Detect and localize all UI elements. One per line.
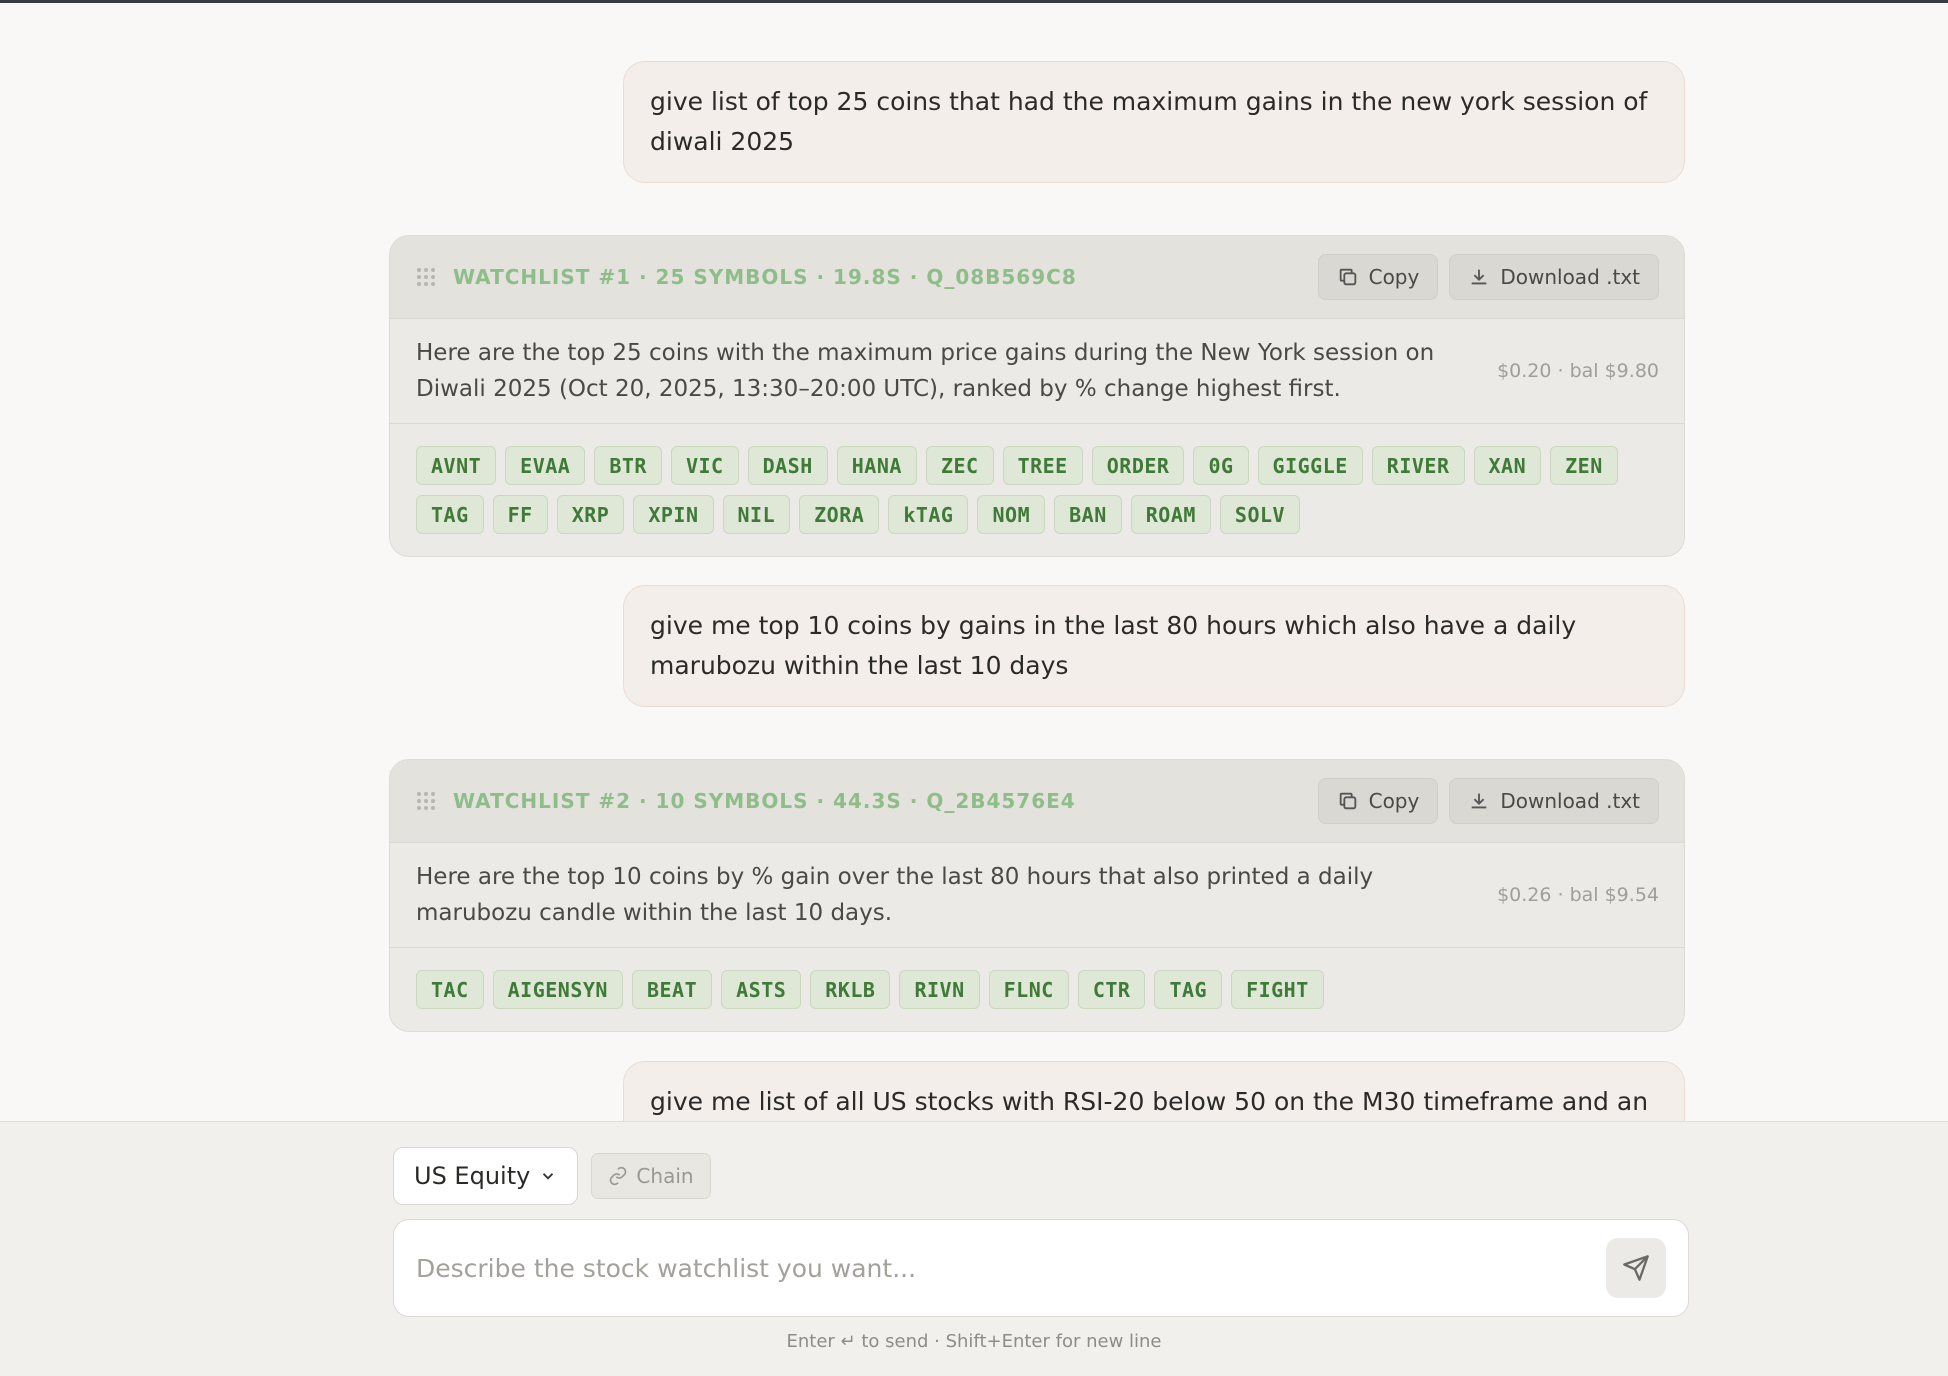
- copy-button[interactable]: Copy: [1317, 778, 1439, 824]
- watchlist-header: WATCHLIST #1 · 25 SYMBOLS · 19.8S · Q_08…: [390, 236, 1684, 319]
- watchlist-cost: $0.26 · bal $9.54: [1497, 884, 1659, 906]
- watchlist-header: WATCHLIST #2 · 10 SYMBOLS · 44.3S · Q_2B…: [390, 760, 1684, 843]
- composer: US Equity Chain Enter ↵ to send · Shift+…: [0, 1121, 1948, 1376]
- user-message: give me top 10 coins by gains in the las…: [623, 585, 1685, 707]
- send-icon: [1623, 1255, 1649, 1281]
- symbol-chip[interactable]: DASH: [747, 446, 828, 485]
- download-button-label: Download .txt: [1500, 789, 1640, 813]
- symbol-chip[interactable]: SOLV: [1219, 495, 1301, 534]
- symbol-chip[interactable]: HANA: [836, 446, 917, 485]
- symbol-list: AVNT EVAA BTR VIC DASH HANA ZEC TREE ORDER 0G GIGG…: [390, 424, 1684, 556]
- drag-grip-icon[interactable]: [417, 792, 435, 810]
- download-icon: [1472, 793, 1487, 809]
- symbol-chip[interactable]: ZEN: [1550, 446, 1618, 485]
- send-button[interactable]: [1606, 1238, 1666, 1298]
- symbol-chip[interactable]: FLNC: [988, 970, 1069, 1009]
- watchlist-cost: $0.20 · bal $9.80: [1497, 360, 1659, 382]
- symbol-chip[interactable]: ZORA: [799, 495, 880, 534]
- watchlist-description-text: Here are the top 25 coins with the maxim…: [416, 340, 1435, 402]
- market-select[interactable]: US Equity: [393, 1147, 578, 1205]
- symbol-chip[interactable]: TAG: [416, 495, 484, 534]
- user-message-text: give me list of all US stocks with RSI-2…: [650, 1087, 1649, 1116]
- symbol-chip[interactable]: BTR: [594, 446, 662, 485]
- copy-icon: [1339, 792, 1356, 810]
- user-message: give me list of all US stocks with RSI-2…: [623, 1061, 1685, 1121]
- symbol-chip[interactable]: XAN: [1473, 446, 1542, 485]
- chain-button-label: Chain: [636, 1164, 694, 1188]
- symbol-chip[interactable]: VIC: [670, 446, 739, 485]
- symbol-chip[interactable]: RIVER: [1371, 446, 1465, 485]
- user-message-text: give me top 10 coins by gains in the las…: [650, 611, 1577, 680]
- symbol-chip[interactable]: BEAT: [631, 970, 713, 1009]
- symbol-chip[interactable]: ASTS: [721, 970, 802, 1009]
- prompt-input-box: [393, 1219, 1689, 1317]
- watchlist-title: WATCHLIST #1 · 25 SYMBOLS · 19.8S · Q_08…: [453, 265, 1077, 289]
- symbol-chip[interactable]: ORDER: [1091, 446, 1185, 485]
- user-message: give list of top 25 coins that had the m…: [623, 61, 1685, 183]
- symbol-chip[interactable]: GIGGLE: [1257, 446, 1363, 485]
- watchlist-title: WATCHLIST #2 · 10 SYMBOLS · 44.3S · Q_2B…: [453, 789, 1076, 813]
- user-message-text: give list of top 25 coins that had the m…: [650, 87, 1648, 156]
- symbol-chip[interactable]: EVAA: [505, 446, 586, 485]
- symbol-chip[interactable]: NIL: [722, 495, 791, 534]
- watchlist-description-text: Here are the top 10 coins by % gain over…: [416, 864, 1374, 926]
- watchlist-description: Here are the top 25 coins with the maxim…: [390, 319, 1684, 424]
- symbol-chip[interactable]: FF: [492, 495, 548, 534]
- symbol-chip[interactable]: ROAM: [1130, 495, 1211, 534]
- download-button[interactable]: Download .txt: [1449, 254, 1659, 300]
- chat-scroll-area[interactable]: give list of top 25 coins that had the m…: [0, 3, 1948, 1121]
- symbol-chip[interactable]: BAN: [1054, 495, 1122, 534]
- symbol-chip[interactable]: TAG: [1154, 970, 1223, 1009]
- download-icon: [1472, 269, 1487, 285]
- copy-button[interactable]: Copy: [1317, 254, 1439, 300]
- copy-icon: [1339, 268, 1356, 286]
- symbol-list: TAC AIGENSYN BEAT ASTS RKLB RIVN FLNC CTR TAG FIG…: [390, 948, 1684, 1031]
- send-hint: Enter ↵ to send · Shift+Enter for new li…: [786, 1331, 1162, 1352]
- chain-button[interactable]: Chain: [591, 1153, 711, 1199]
- symbol-chip[interactable]: AVNT: [416, 446, 497, 485]
- symbol-chip[interactable]: XRP: [556, 495, 625, 534]
- symbol-chip[interactable]: NOM: [977, 495, 1046, 534]
- market-select-value: US Equity: [414, 1162, 531, 1190]
- link-icon: [610, 1166, 627, 1186]
- watchlist-description: Here are the top 10 coins by % gain over…: [390, 843, 1684, 948]
- symbol-chip[interactable]: FIGHT: [1231, 970, 1324, 1009]
- symbol-chip[interactable]: RIVN: [899, 970, 980, 1009]
- symbol-chip[interactable]: AIGENSYN: [492, 970, 623, 1009]
- download-button[interactable]: Download .txt: [1449, 778, 1659, 824]
- copy-button-label: Copy: [1368, 265, 1420, 289]
- copy-button-label: Copy: [1368, 789, 1420, 813]
- watchlist-card: WATCHLIST #2 · 10 SYMBOLS · 44.3S · Q_2B…: [389, 759, 1685, 1032]
- symbol-chip[interactable]: RKLB: [810, 970, 891, 1009]
- symbol-chip[interactable]: kTAG: [888, 495, 969, 534]
- chevron-down-icon: [542, 1173, 554, 1180]
- symbol-chip[interactable]: TAC: [416, 970, 484, 1009]
- download-button-label: Download .txt: [1500, 265, 1640, 289]
- prompt-input[interactable]: [416, 1253, 1606, 1283]
- symbol-chip[interactable]: ZEC: [925, 446, 994, 485]
- symbol-chip[interactable]: XPIN: [633, 495, 714, 534]
- watchlist-card: WATCHLIST #1 · 25 SYMBOLS · 19.8S · Q_08…: [389, 235, 1685, 557]
- symbol-chip[interactable]: 0G: [1193, 446, 1249, 485]
- drag-grip-icon[interactable]: [417, 268, 435, 286]
- symbol-chip[interactable]: TREE: [1002, 446, 1083, 485]
- symbol-chip[interactable]: CTR: [1077, 970, 1146, 1009]
